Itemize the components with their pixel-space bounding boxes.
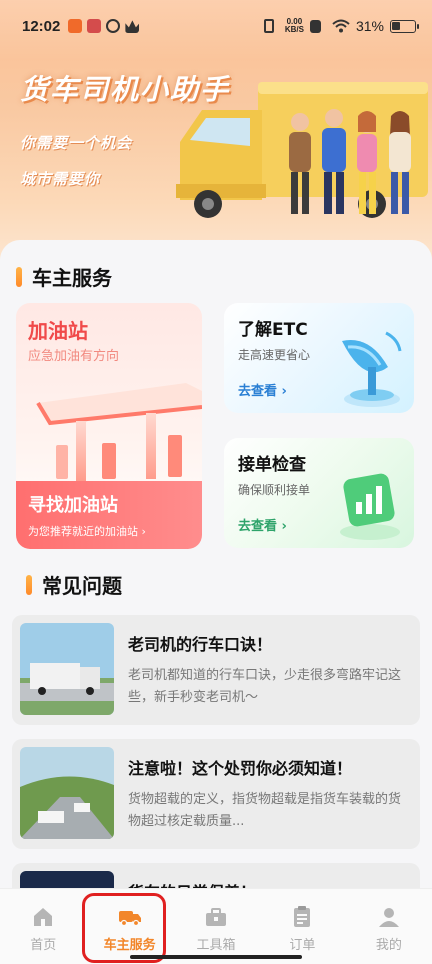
faq-title: 常见问题: [26, 570, 122, 599]
notification-icon: [68, 19, 83, 33]
growth-chart-icon: [340, 473, 400, 540]
faq-thumbnail: [20, 623, 114, 715]
network-speed: 0.00 KB/S: [284, 17, 304, 34]
etc-view-link[interactable]: 去查看 ›: [238, 380, 287, 399]
app-icon: [87, 19, 102, 33]
home-indicator[interactable]: [130, 955, 302, 959]
order-check-view-link[interactable]: 去查看 ›: [238, 515, 287, 534]
faq-item[interactable]: 注意啦！这个处罚你必须知道！ 货物超载的定义，指货物超载是指货车装载的货物超过核…: [12, 739, 420, 849]
battery-icon: [390, 19, 419, 33]
faq-item-title: 注意啦！这个处罚你必须知道！: [128, 759, 353, 778]
gas-station-illustration: [36, 383, 202, 481]
crown-icon: [125, 20, 140, 33]
wifi-icon: [332, 19, 350, 33]
person-icon: [378, 908, 399, 927]
gas-station-card[interactable]: 加油站 应急加油有方向 寻找加油站 为您推荐就近的加油站 ›: [16, 303, 202, 549]
vibrate-icon: [263, 19, 274, 33]
active-tab-highlight: [82, 893, 166, 963]
order-check-card[interactable]: 接单检查 确保顺利接单 去查看 ›: [224, 438, 414, 548]
etc-card[interactable]: 了解ETC 走高速更省心 去查看 ›: [224, 303, 414, 413]
status-bar: 12:02 0.00 KB/S 31%: [0, 0, 432, 52]
find-gas-subtitle: 为您推荐就近的加油站 ›: [28, 525, 146, 538]
header-banner: 12:02 0.00 KB/S 31% 货车司机小助手 你需要一个机会 城市需要…: [0, 0, 432, 270]
link-icon: [106, 19, 121, 33]
toolbox-icon: [206, 908, 227, 926]
section-marker: [26, 574, 32, 595]
banner-subtitle-1: 你需要一个机会: [20, 134, 133, 152]
battery-percent: 31%: [355, 18, 384, 34]
bottom-nav: 首页 车主服务 工具箱 订单 我的: [0, 888, 432, 964]
find-gas-station-button[interactable]: 寻找加油站 为您推荐就近的加油站 ›: [16, 481, 202, 549]
section-marker: [16, 266, 22, 287]
satellite-dish-icon: [342, 331, 402, 407]
faq-thumbnail: [20, 747, 114, 839]
nav-toolbox[interactable]: 工具箱: [173, 889, 259, 964]
gas-card-subtitle: 应急加油有方向: [28, 349, 120, 364]
owner-services-title: 车主服务: [16, 262, 112, 291]
home-icon: [34, 908, 53, 926]
status-time: 12:02: [22, 17, 61, 35]
truck-drivers-illustration: [176, 82, 428, 218]
nav-home[interactable]: 首页: [0, 889, 86, 964]
faq-item-title: 老司机的行车口诀！: [128, 635, 273, 654]
faq-item-desc: 货物超载的定义，指货物超载是指货车装载的货物超过核定载质量...: [128, 792, 402, 829]
banner-subtitle-2: 城市需要你: [20, 170, 101, 188]
nav-orders[interactable]: 订单: [259, 889, 345, 964]
no-sim-icon: [309, 19, 321, 33]
find-gas-title: 寻找加油站: [28, 495, 118, 516]
faq-item[interactable]: 老司机的行车口诀！ 老司机都知道的行车口诀，少走很多弯路牢记这些，新手秒变老司机…: [12, 615, 420, 725]
gas-card-title: 加油站: [28, 319, 88, 343]
clipboard-icon: [294, 906, 311, 927]
faq-item-desc: 老司机都知道的行车口诀，少走很多弯路牢记这些，新手秒变老司机～: [128, 668, 402, 705]
nav-profile[interactable]: 我的: [346, 889, 432, 964]
